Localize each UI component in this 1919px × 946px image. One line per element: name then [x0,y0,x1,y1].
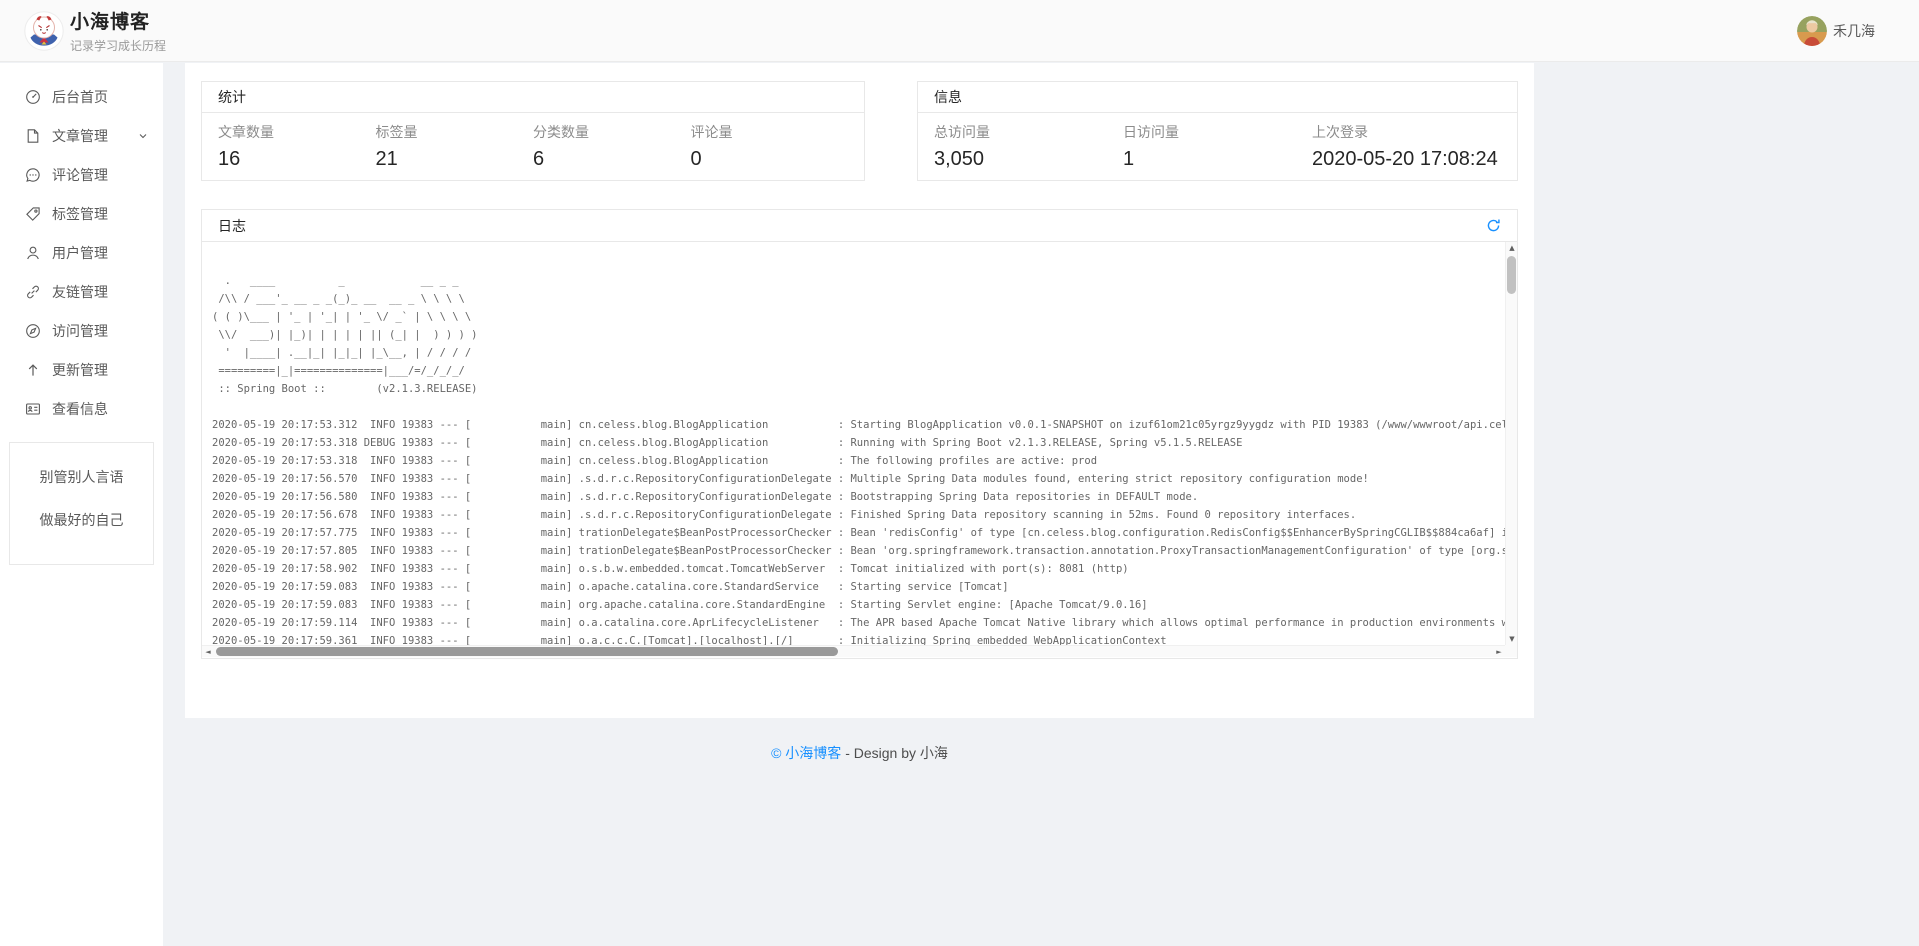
scroll-left-arrow[interactable]: ◄ [202,646,214,657]
sidebar-item-updates[interactable]: 更新管理 [0,350,163,389]
stat-label: 分类数量 [533,122,691,142]
arrow-up-icon [25,362,41,378]
main-content: 统计 文章数量 16标签量 21 分类数量 6评论量 0 信息 总访问量 3,050日访问量… [163,63,1919,946]
header: 小海博客 记录学习成长历程 禾几海 [0,0,1919,62]
info-card: 信息 总访问量 3,050日访问量 1上次登录 2020-05-20 17:08:24 [917,81,1518,181]
stat-value: 6 [533,148,691,171]
stat-value: 16 [218,148,376,171]
refresh-icon[interactable] [1486,218,1501,233]
log-viewer: . ____ _ __ _ _ /\\ / ___'_ __ _ _(_)_ _… [202,242,1517,657]
chevron-down-icon [137,130,149,142]
stat-label: 总访问量 [934,122,1123,142]
sidebar: 后台首页文章管理评论管理标签管理用户管理友链管理访问管理更新管理查看信息 别管别… [0,63,163,946]
user-menu[interactable]: 禾几海 [1797,16,1875,46]
stats-card: 统计 文章数量 16标签量 21 分类数量 6评论量 0 [201,81,865,181]
user-avatar-image [1797,16,1827,46]
motto-line: 别管别人言语 [14,467,149,487]
stat-item: 分类数量 6 [533,122,691,171]
user-icon [25,245,41,261]
sidebar-item-label: 用户管理 [52,243,149,263]
sidebar-item-label: 文章管理 [52,126,137,146]
sidebar-item-info[interactable]: 查看信息 [0,389,163,428]
stat-label: 上次登录 [1312,122,1501,142]
sidebar-item-label: 标签管理 [52,204,149,224]
scroll-up-arrow[interactable]: ▲ [1506,242,1517,254]
vertical-scroll-thumb[interactable] [1507,256,1516,294]
motto-box: 别管别人言语 做最好的自己 [9,442,154,565]
sidebar-item-links[interactable]: 友链管理 [0,272,163,311]
horizontal-scrollbar[interactable]: ◄ ► [202,645,1505,657]
stat-item: 日访问量 1 [1123,122,1312,171]
footer: © 小海博客 - Design by 小海 [185,718,1534,788]
stat-item: 文章数量 16 [218,122,376,171]
sidebar-item-label: 评论管理 [52,165,149,185]
motto-line: 做最好的自己 [14,510,149,530]
stats-card-title: 统计 [202,82,864,113]
sidebar-item-label: 访问管理 [52,321,149,341]
scroll-down-arrow[interactable]: ▼ [1506,633,1517,645]
site-title: 小海博客 [70,7,166,34]
sidebar-item-home[interactable]: 后台首页 [0,77,163,116]
stat-value: 3,050 [934,148,1123,171]
tag-icon [25,206,41,222]
id-card-icon [25,401,41,417]
stat-label: 标签量 [376,122,534,142]
stat-value: 1 [1123,148,1312,171]
horizontal-scroll-thumb[interactable] [216,647,838,656]
site-subtitle: 记录学习成长历程 [70,37,166,54]
sidebar-item-tags[interactable]: 标签管理 [0,194,163,233]
stat-item: 标签量 21 [376,122,534,171]
user-name: 禾几海 [1833,21,1875,41]
info-card-title: 信息 [918,82,1517,113]
comment-icon [25,167,41,183]
stat-item: 评论量 0 [691,122,849,171]
log-card: 日志 . ____ _ __ _ _ /\\ / ___'_ __ _ _(_)… [201,209,1518,659]
stat-value: 2020-05-20 17:08:24 [1312,148,1501,171]
vertical-scrollbar[interactable]: ▲ ▼ [1505,242,1517,645]
sidebar-item-articles[interactable]: 文章管理 [0,116,163,155]
sidebar-item-visits[interactable]: 访问管理 [0,311,163,350]
scroll-right-arrow[interactable]: ► [1493,646,1505,657]
sidebar-item-users[interactable]: 用户管理 [0,233,163,272]
article-icon [25,128,41,144]
compass-icon [25,323,41,339]
footer-design-text: - Design by 小海 [841,745,948,761]
stat-value: 0 [691,148,849,171]
footer-site-link[interactable]: © 小海博客 [771,745,841,761]
stat-label: 评论量 [691,122,849,142]
stat-label: 日访问量 [1123,122,1312,142]
log-card-title: 日志 [218,216,246,236]
sidebar-item-comments[interactable]: 评论管理 [0,155,163,194]
sidebar-menu: 后台首页文章管理评论管理标签管理用户管理友链管理访问管理更新管理查看信息 [0,63,163,428]
blog-logo-icon [24,11,64,51]
sidebar-item-label: 后台首页 [52,87,149,107]
log-text: . ____ _ __ _ _ /\\ / ___'_ __ _ _(_)_ _… [202,242,1517,650]
dashboard-icon [25,89,41,105]
sidebar-item-label: 友链管理 [52,282,149,302]
stat-item: 总访问量 3,050 [934,122,1123,171]
sidebar-item-label: 查看信息 [52,399,149,419]
content-panel: 统计 文章数量 16标签量 21 分类数量 6评论量 0 信息 总访问量 3,050日访问量… [185,63,1534,718]
sidebar-item-label: 更新管理 [52,360,149,380]
scrollbar-corner [1505,645,1517,657]
brand[interactable]: 小海博客 记录学习成长历程 [24,7,166,54]
link-icon [25,284,41,300]
stat-value: 21 [376,148,534,171]
stat-label: 文章数量 [218,122,376,142]
stat-item: 上次登录 2020-05-20 17:08:24 [1312,122,1501,171]
